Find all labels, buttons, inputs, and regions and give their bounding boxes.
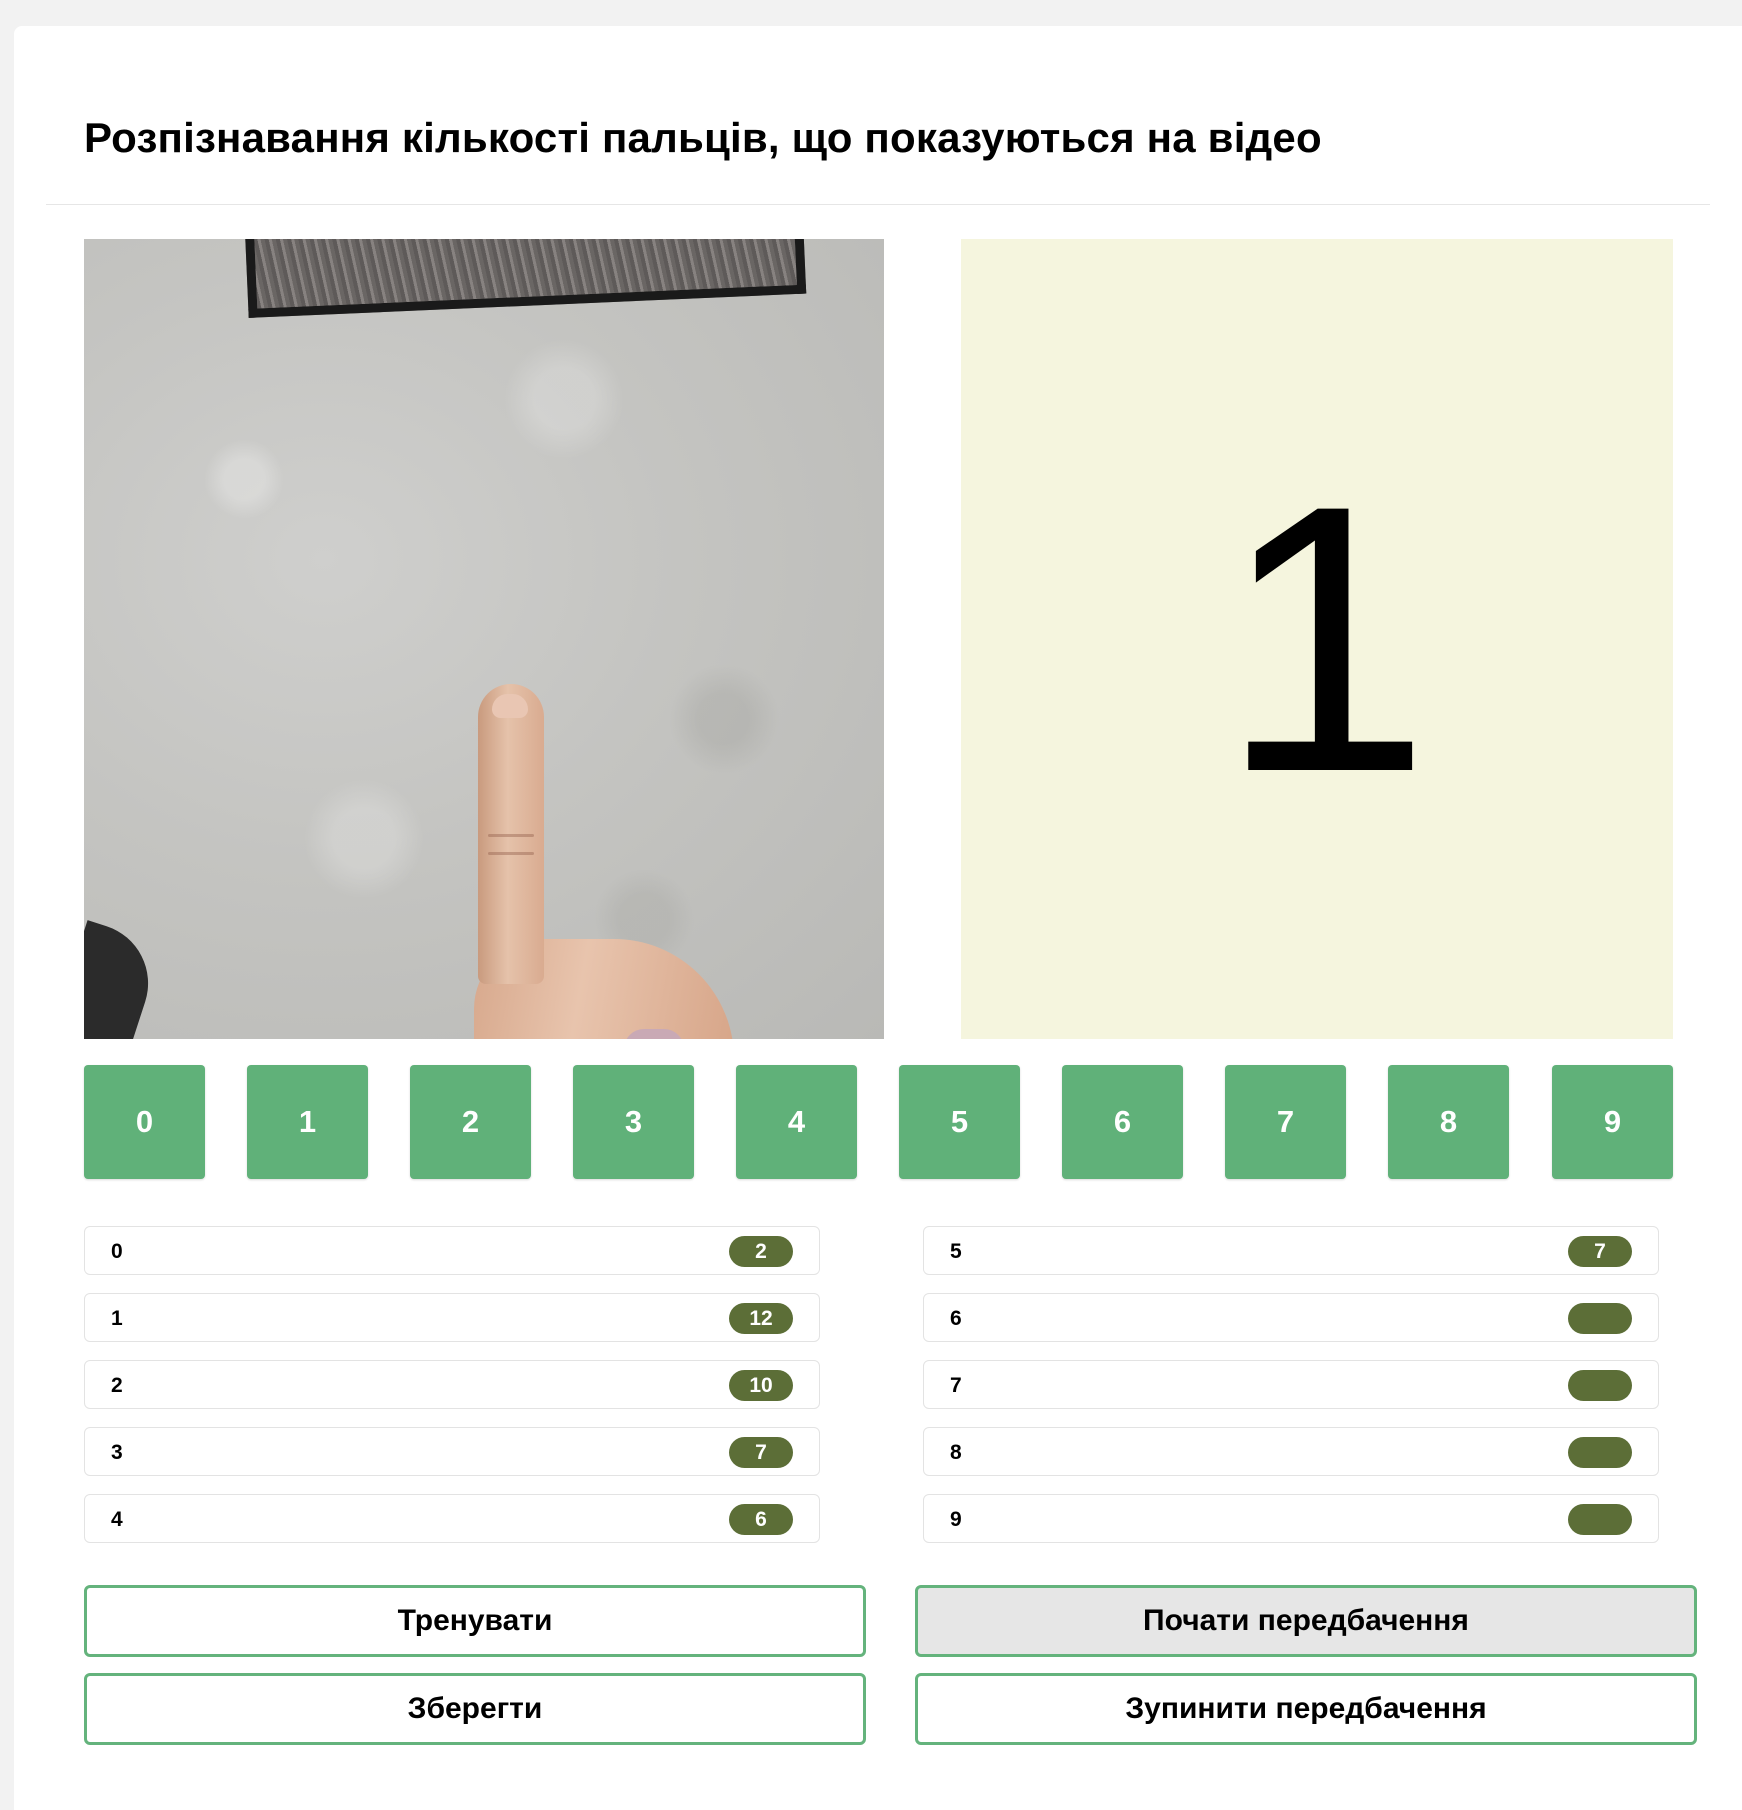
label-button-5[interactable]: 5 — [899, 1065, 1020, 1179]
count-row-8: 8 — [923, 1427, 1659, 1476]
count-label: 2 — [111, 1374, 123, 1397]
count-label: 0 — [111, 1240, 123, 1263]
save-button[interactable]: Зберегти — [84, 1673, 866, 1745]
header-divider — [46, 204, 1710, 205]
count-row-4: 4 6 — [84, 1494, 820, 1543]
prediction-value: 1 — [1219, 426, 1431, 851]
count-label: 4 — [111, 1508, 123, 1531]
count-label: 9 — [950, 1508, 962, 1531]
count-row-2: 2 10 — [84, 1360, 820, 1409]
finger-nail — [492, 694, 528, 718]
count-badge: 7 — [729, 1437, 793, 1468]
count-row-1: 1 12 — [84, 1293, 820, 1342]
count-badge — [1568, 1370, 1632, 1401]
count-badge: 7 — [1568, 1236, 1632, 1267]
label-button-row: 0 1 2 3 4 5 6 7 8 9 — [84, 1065, 1673, 1179]
count-label: 5 — [950, 1240, 962, 1263]
count-badge: 2 — [729, 1236, 793, 1267]
label-button-3[interactable]: 3 — [573, 1065, 694, 1179]
train-button[interactable]: Тренувати — [84, 1585, 866, 1657]
count-badge: 10 — [729, 1370, 793, 1401]
prediction-display: 1 — [961, 239, 1673, 1039]
webcam-video — [84, 239, 884, 1039]
count-badge — [1568, 1504, 1632, 1535]
count-row-0: 0 2 — [84, 1226, 820, 1275]
start-prediction-button[interactable]: Почати передбачення — [915, 1585, 1697, 1657]
count-badge: 6 — [729, 1504, 793, 1535]
label-button-4[interactable]: 4 — [736, 1065, 857, 1179]
stop-prediction-button[interactable]: Зупинити передбачення — [915, 1673, 1697, 1745]
count-label: 1 — [111, 1307, 123, 1330]
count-label: 3 — [111, 1441, 123, 1464]
count-badge — [1568, 1437, 1632, 1468]
label-button-9[interactable]: 9 — [1552, 1065, 1673, 1179]
count-row-3: 3 7 — [84, 1427, 820, 1476]
main-card: Розпізнавання кількості пальців, що пока… — [14, 26, 1742, 1810]
raised-finger — [478, 684, 544, 984]
count-label: 8 — [950, 1441, 962, 1464]
count-label: 6 — [950, 1307, 962, 1330]
label-button-1[interactable]: 1 — [247, 1065, 368, 1179]
count-row-9: 9 — [923, 1494, 1659, 1543]
label-button-0[interactable]: 0 — [84, 1065, 205, 1179]
page-title: Розпізнавання кількості пальців, що пока… — [84, 114, 1322, 161]
finger-crease — [488, 852, 534, 855]
label-button-2[interactable]: 2 — [410, 1065, 531, 1179]
label-button-7[interactable]: 7 — [1225, 1065, 1346, 1179]
thumb-nail — [624, 1029, 684, 1039]
count-label: 7 — [950, 1374, 962, 1397]
count-row-5: 5 7 — [923, 1226, 1659, 1275]
label-button-8[interactable]: 8 — [1388, 1065, 1509, 1179]
finger-crease — [488, 834, 534, 837]
count-badge — [1568, 1303, 1632, 1334]
label-button-6[interactable]: 6 — [1062, 1065, 1183, 1179]
count-row-7: 7 — [923, 1360, 1659, 1409]
count-badge: 12 — [729, 1303, 793, 1334]
count-row-6: 6 — [923, 1293, 1659, 1342]
